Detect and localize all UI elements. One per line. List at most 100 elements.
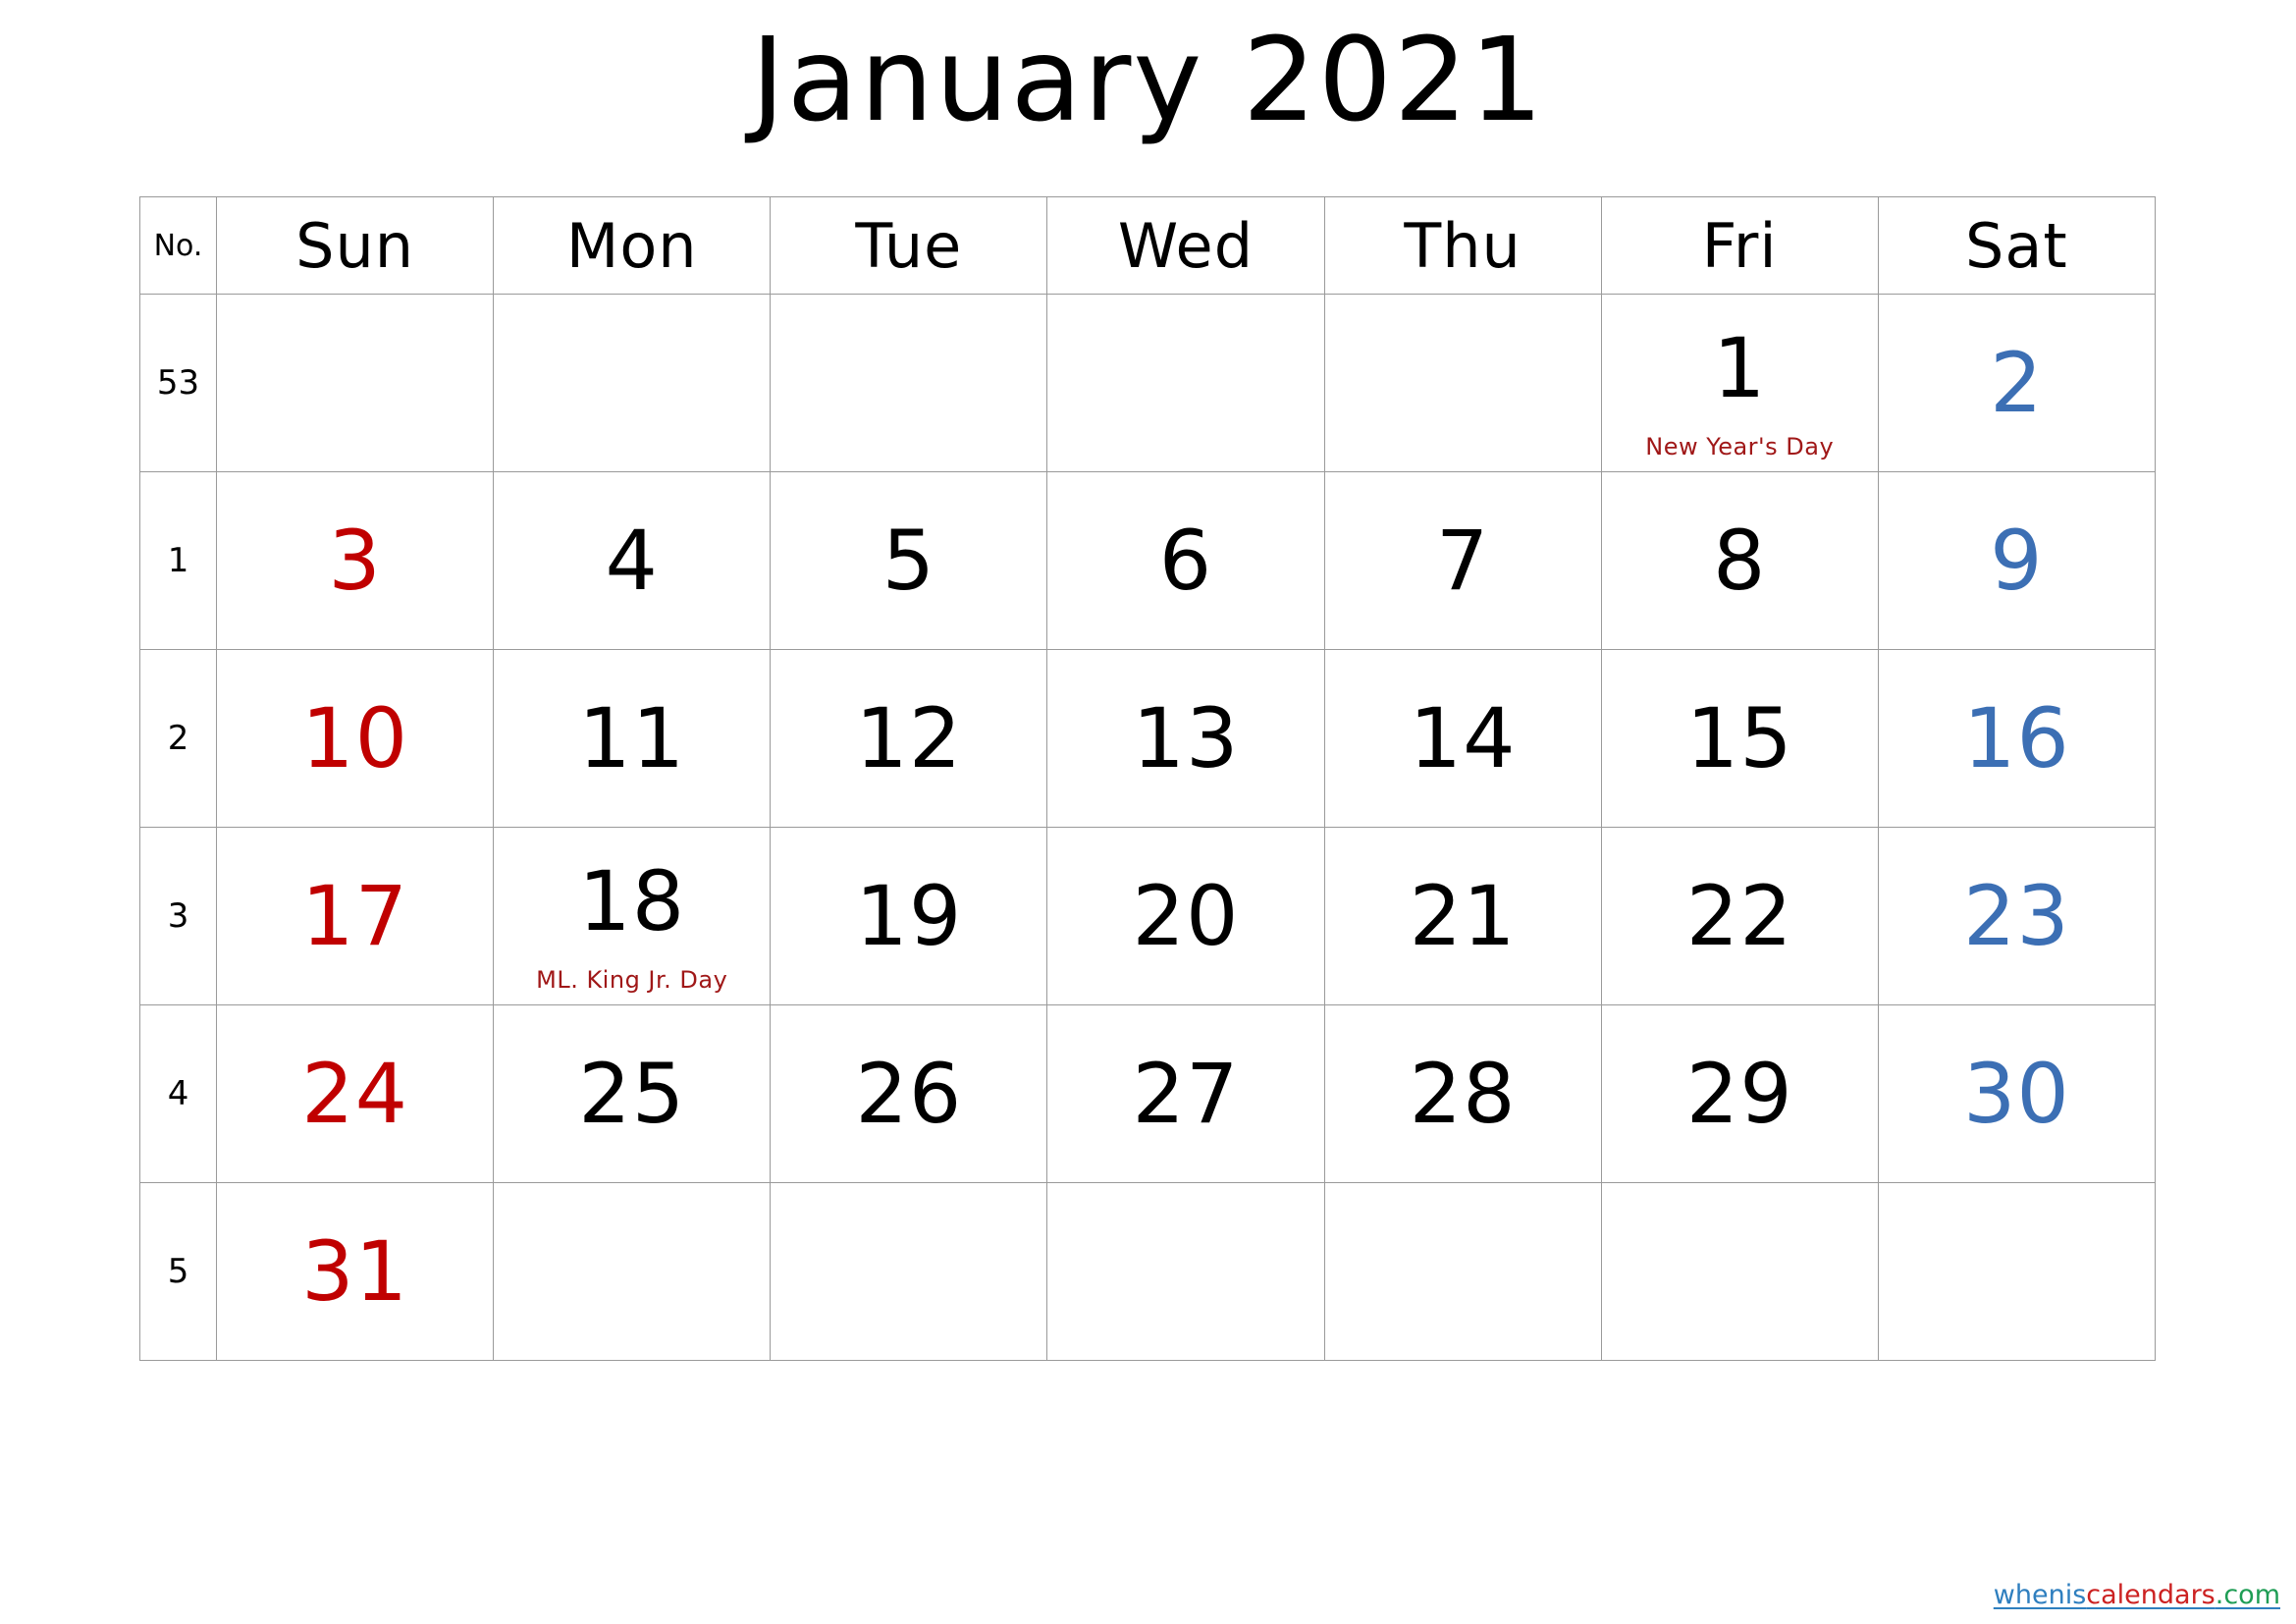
- day-cell-mon[interactable]: 18 ML. King Jr. Day: [493, 827, 772, 1005]
- day-cell-content: 5: [771, 472, 1046, 649]
- day-cell-fri[interactable]: 22: [1600, 827, 1879, 1005]
- page-title: January 2021: [750, 12, 1546, 147]
- day-cell-fri[interactable]: 29: [1600, 1004, 1879, 1183]
- day-cell-wed[interactable]: 13: [1046, 649, 1325, 828]
- day-cell-content: 31: [217, 1183, 493, 1360]
- day-number: 4: [605, 513, 659, 609]
- day-cell-content: [1879, 1183, 2155, 1360]
- day-cell-content: [1047, 1183, 1323, 1360]
- header-day-thu: Thu: [1323, 196, 1602, 295]
- day-cell-mon[interactable]: 4: [493, 471, 772, 650]
- day-cell-sat[interactable]: 2: [1877, 294, 2157, 472]
- day-cell-tue[interactable]: 12: [770, 649, 1048, 828]
- day-cell-content: 21: [1325, 828, 1601, 1004]
- day-number: 31: [301, 1223, 409, 1320]
- day-number: 19: [855, 868, 963, 964]
- day-number: 12: [855, 690, 963, 786]
- day-cell-content: [217, 295, 493, 471]
- day-cell-fri[interactable]: 8: [1600, 471, 1879, 650]
- holiday-label: New Year's Day: [1645, 433, 1835, 460]
- day-cell-thu[interactable]: 28: [1323, 1004, 1602, 1183]
- day-cell-content: 6: [1047, 472, 1323, 649]
- site-watermark[interactable]: wheniscalendars.com: [1994, 1581, 2280, 1610]
- day-cell-sun[interactable]: 17: [216, 827, 495, 1005]
- day-cell-sat[interactable]: 9: [1877, 471, 2157, 650]
- day-number: 2: [1990, 335, 2044, 431]
- day-cell-thu[interactable]: 7: [1323, 471, 1602, 650]
- day-cell-wed[interactable]: [1046, 1182, 1325, 1361]
- day-cell-content: 8: [1602, 472, 1878, 649]
- day-cell-fri[interactable]: 1 New Year's Day: [1600, 294, 1879, 472]
- day-cell-thu[interactable]: 21: [1323, 827, 1602, 1005]
- day-cell-sun[interactable]: 24: [216, 1004, 495, 1183]
- day-cell-sat[interactable]: 30: [1877, 1004, 2157, 1183]
- day-cell-thu[interactable]: 14: [1323, 649, 1602, 828]
- day-cell-content: 15: [1602, 650, 1878, 827]
- day-cell-sat[interactable]: 16: [1877, 649, 2157, 828]
- day-cell-content: 26: [771, 1005, 1046, 1182]
- day-number: 28: [1409, 1046, 1517, 1142]
- day-number: 16: [1962, 690, 2070, 786]
- watermark-part-3: .com: [2215, 1580, 2280, 1610]
- day-cell-wed[interactable]: 27: [1046, 1004, 1325, 1183]
- day-number: 18: [578, 853, 686, 949]
- day-number: 25: [578, 1046, 686, 1142]
- day-cell-tue[interactable]: 26: [770, 1004, 1048, 1183]
- calendar-week-row: 3 17 18 ML. King Jr. Day 19 20 21 22 23: [138, 827, 2157, 1005]
- day-cell-content: 9: [1879, 472, 2155, 649]
- header-row: No. Sun Mon Tue Wed Thu Fri Sat: [138, 196, 2157, 295]
- day-number: 15: [1685, 690, 1793, 786]
- day-cell-wed[interactable]: 20: [1046, 827, 1325, 1005]
- day-number: 27: [1132, 1046, 1240, 1142]
- day-cell-content: [1047, 295, 1323, 471]
- day-cell-content: 19: [771, 828, 1046, 1004]
- day-cell-mon[interactable]: 25: [493, 1004, 772, 1183]
- day-cell-sat[interactable]: [1877, 1182, 2157, 1361]
- day-cell-wed[interactable]: 6: [1046, 471, 1325, 650]
- day-cell-sun[interactable]: [216, 294, 495, 472]
- day-cell-sun[interactable]: 31: [216, 1182, 495, 1361]
- day-number: 26: [855, 1046, 963, 1142]
- day-cell-tue[interactable]: 19: [770, 827, 1048, 1005]
- day-cell-content: 25: [494, 1005, 770, 1182]
- watermark-part-1: whenis: [1993, 1580, 2087, 1610]
- day-cell-content: [1325, 1183, 1601, 1360]
- day-number: 14: [1409, 690, 1517, 786]
- day-cell-mon[interactable]: [493, 1182, 772, 1361]
- day-cell-content: 12: [771, 650, 1046, 827]
- day-cell-thu[interactable]: [1323, 294, 1602, 472]
- day-cell-content: 24: [217, 1005, 493, 1182]
- day-cell-content: 29: [1602, 1005, 1878, 1182]
- day-cell-sun[interactable]: 10: [216, 649, 495, 828]
- day-cell-content: [771, 1183, 1046, 1360]
- week-number-cell: 3: [138, 827, 218, 1005]
- header-day-fri: Fri: [1600, 196, 1879, 295]
- day-cell-sun[interactable]: 3: [216, 471, 495, 650]
- day-cell-content: 2: [1879, 295, 2155, 471]
- day-cell-mon[interactable]: 11: [493, 649, 772, 828]
- day-cell-fri[interactable]: 15: [1600, 649, 1879, 828]
- day-cell-tue[interactable]: [770, 1182, 1048, 1361]
- day-number: 22: [1685, 868, 1793, 964]
- day-cell-content: [494, 295, 770, 471]
- week-number-cell: 53: [138, 294, 218, 472]
- day-number: 30: [1962, 1046, 2070, 1142]
- day-cell-tue[interactable]: [770, 294, 1048, 472]
- header-day-tue: Tue: [770, 196, 1048, 295]
- header-day-sat: Sat: [1877, 196, 2157, 295]
- day-cell-thu[interactable]: [1323, 1182, 1602, 1361]
- watermark-part-2: calendars: [2086, 1580, 2216, 1610]
- day-cell-sat[interactable]: 23: [1877, 827, 2157, 1005]
- day-cell-content: 23: [1879, 828, 2155, 1004]
- day-cell-mon[interactable]: [493, 294, 772, 472]
- holiday-label: ML. King Jr. Day: [536, 966, 728, 994]
- day-number: 24: [301, 1046, 409, 1142]
- calendar-week-row: 5 31: [138, 1182, 2157, 1361]
- day-cell-wed[interactable]: [1046, 294, 1325, 472]
- week-number-cell: 5: [138, 1182, 218, 1361]
- calendar-grid: No. Sun Mon Tue Wed Thu Fri Sat 53 1 New Y…: [138, 196, 2157, 1361]
- calendar-week-row: 4 24 25 26 27 28 29 30: [138, 1004, 2157, 1183]
- day-cell-tue[interactable]: 5: [770, 471, 1048, 650]
- day-cell-fri[interactable]: [1600, 1182, 1879, 1361]
- day-cell-content: 16: [1879, 650, 2155, 827]
